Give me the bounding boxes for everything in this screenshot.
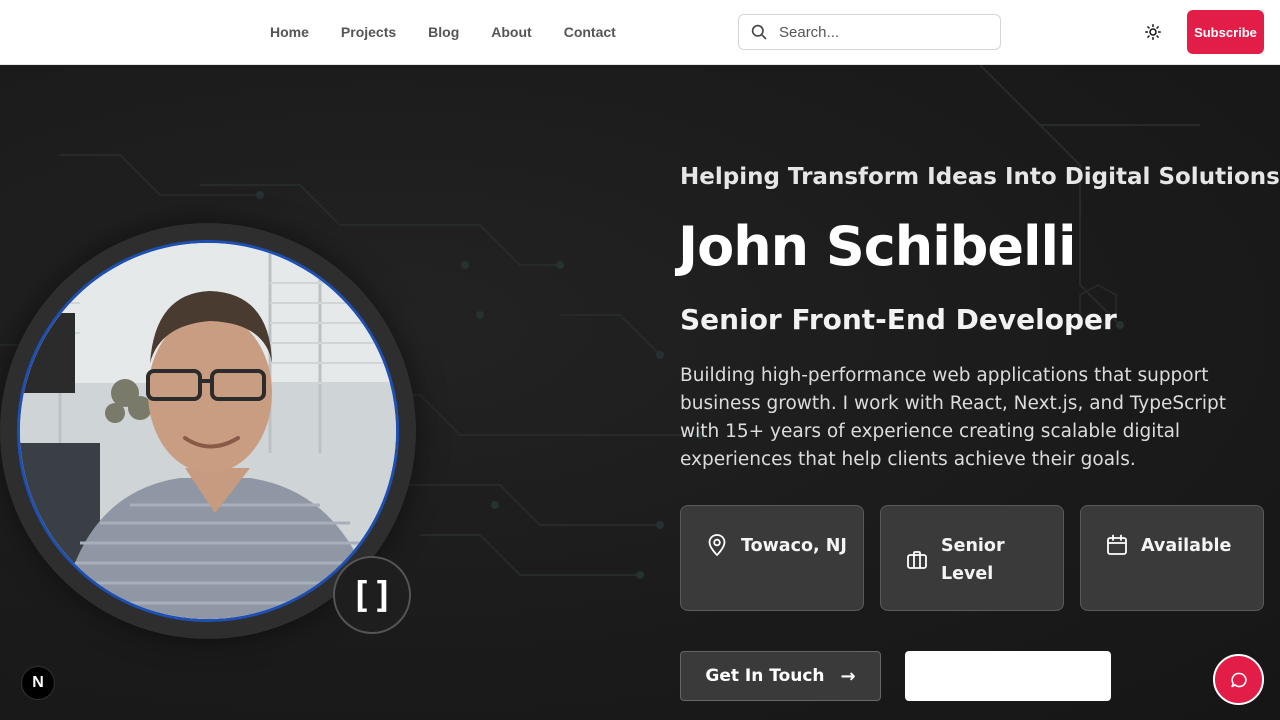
hero-tagline: Helping Transform Ideas Into Digital Sol… xyxy=(680,164,1280,190)
search-box[interactable] xyxy=(738,14,1001,50)
avatar-photo xyxy=(17,240,399,622)
theme-toggle-button[interactable] xyxy=(1140,19,1166,45)
nav-home[interactable]: Home xyxy=(254,24,325,40)
search-icon xyxy=(751,24,767,40)
nav-contact[interactable]: Contact xyxy=(548,24,632,40)
secondary-button[interactable] xyxy=(905,651,1111,701)
level-label: Senior Level xyxy=(941,536,1005,584)
availability-label: Available xyxy=(1141,536,1232,556)
availability-card: Available xyxy=(1080,505,1264,611)
map-pin-icon xyxy=(708,534,726,557)
code-brackets-icon: [] xyxy=(333,556,411,634)
hero-role: Senior Front-End Developer xyxy=(680,303,1117,336)
level-card: Senior Level xyxy=(880,505,1064,611)
nextjs-dev-badge[interactable]: N xyxy=(21,666,55,700)
nav-about[interactable]: About xyxy=(475,24,547,40)
chat-bubble-icon xyxy=(1230,672,1247,687)
briefcase-icon xyxy=(907,551,927,569)
nav-projects[interactable]: Projects xyxy=(325,24,412,40)
nav-blog[interactable]: Blog xyxy=(412,24,475,40)
hero-section: [] Helping Transform Ideas Into Digital … xyxy=(0,65,1280,720)
hero-bio: Building high-performance web applicatio… xyxy=(680,365,1227,470)
hero-name: John Schibelli xyxy=(678,215,1077,278)
get-in-touch-label: Get In Touch xyxy=(705,666,825,686)
location-label: Towaco, NJ xyxy=(741,536,847,556)
site-header: Home Projects Blog About Contact Subscri… xyxy=(0,0,1280,65)
calendar-icon xyxy=(1107,534,1127,555)
subscribe-button[interactable]: Subscribe xyxy=(1187,10,1264,54)
chat-button[interactable] xyxy=(1213,654,1264,705)
main-nav: Home Projects Blog About Contact xyxy=(254,0,632,64)
search-input[interactable] xyxy=(779,23,979,41)
location-card: Towaco, NJ xyxy=(680,505,864,611)
arrow-right-icon: → xyxy=(840,665,856,687)
get-in-touch-button[interactable]: Get In Touch → xyxy=(680,651,881,701)
sun-icon xyxy=(1145,24,1161,40)
